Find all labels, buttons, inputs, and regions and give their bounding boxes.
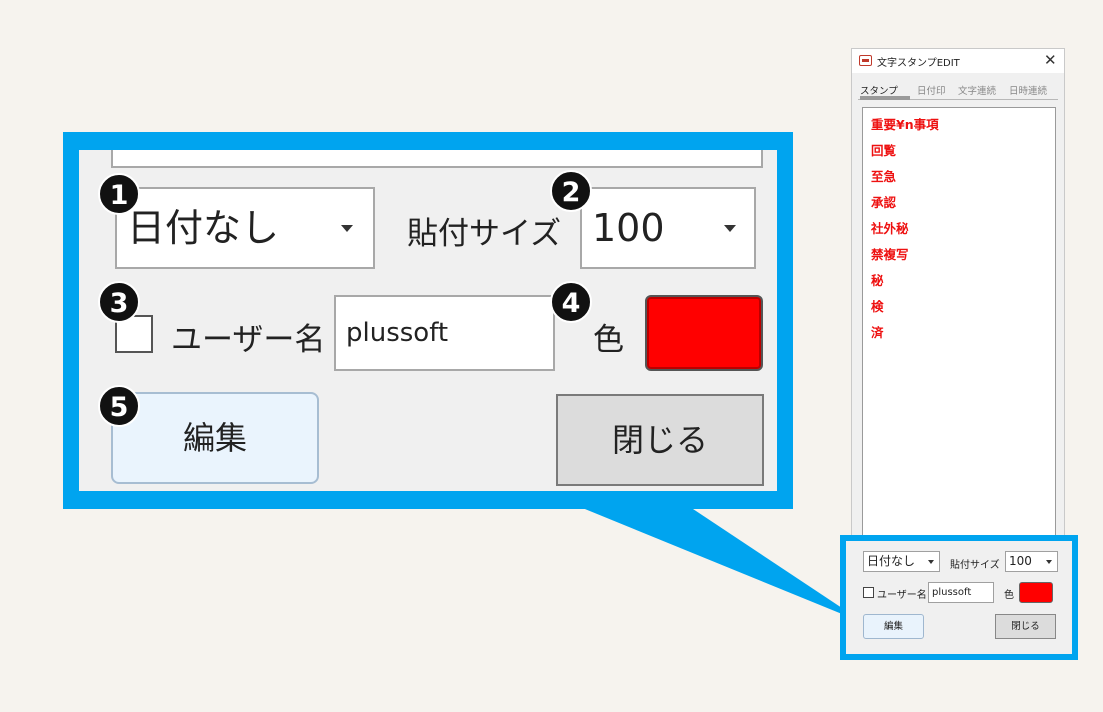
zoomed-username-input[interactable]: plussoft: [334, 295, 555, 371]
zoomed-paste-size-label: 貼付サイズ: [407, 216, 562, 252]
close-window-button[interactable]: ✕: [1044, 51, 1057, 69]
zoom-callout: 日付なし 貼付サイズ 100 ユーザー名 plussoft 色 編集 閉じる: [63, 132, 793, 509]
chevron-down-icon: [724, 225, 736, 232]
highlight-frame-small: 日付なし 貼付サイズ 100 ユーザー名 plussoft 色 編集 閉じる: [840, 535, 1078, 660]
color-swatch-button[interactable]: [1019, 582, 1053, 603]
window-title: 文字スタンプEDIT: [877, 58, 960, 69]
tab-date-stamp[interactable]: 日付印: [917, 83, 946, 97]
chevron-down-icon: [341, 225, 353, 232]
close-button[interactable]: 閉じる: [995, 614, 1056, 639]
date-select-value: 日付なし: [867, 554, 916, 568]
tab-datetime-sequence[interactable]: 日時連続: [1009, 83, 1047, 97]
zoomed-date-select-value: 日付なし: [127, 206, 280, 250]
paste-size-value: 100: [1009, 554, 1032, 568]
callout-number-badge: 2: [550, 170, 592, 212]
zoomed-close-button[interactable]: 閉じる: [556, 394, 764, 486]
zoomed-control-panel: 日付なし 貼付サイズ 100 ユーザー名 plussoft 色 編集 閉じる: [79, 150, 777, 491]
zoomed-edit-button[interactable]: 編集: [111, 392, 319, 484]
tab-bar: スタンプ 日付印 文字連続 日時連続: [858, 80, 1058, 100]
stamp-item[interactable]: 回覧: [871, 140, 896, 159]
stamp-list[interactable]: 重要¥n事項 回覧 至急 承認 社外秘 禁複写 秘 検 済: [862, 107, 1056, 537]
username-input[interactable]: plussoft: [928, 582, 994, 603]
callout-number-badge: 1: [98, 173, 140, 215]
active-tab-indicator: [860, 96, 910, 100]
zoomed-list-bottom-edge: [111, 150, 763, 168]
title-bar: 文字スタンプEDIT ✕: [852, 49, 1064, 73]
username-checkbox[interactable]: [863, 587, 874, 598]
callout-number-badge: 5: [98, 385, 140, 427]
stamp-item[interactable]: 社外秘: [871, 218, 909, 237]
zoomed-username-label: ユーザー名: [171, 322, 326, 358]
date-select[interactable]: 日付なし: [863, 551, 940, 572]
callout-number-badge: 4: [550, 281, 592, 323]
zoomed-color-swatch-button[interactable]: [645, 295, 763, 371]
stamp-item[interactable]: 禁複写: [871, 244, 909, 263]
stamp-item[interactable]: 秘: [871, 270, 884, 289]
zoomed-paste-size-value: 100: [592, 206, 665, 250]
chevron-down-icon: [928, 560, 934, 564]
stamp-item[interactable]: 済: [871, 322, 884, 341]
app-icon: [859, 55, 872, 66]
username-label: ユーザー名: [877, 590, 927, 601]
edit-button[interactable]: 編集: [863, 614, 924, 639]
color-label: 色: [1004, 590, 1014, 601]
callout-number-badge: 3: [98, 281, 140, 323]
paste-size-label: 貼付サイズ: [950, 560, 1000, 571]
stamp-item[interactable]: 検: [871, 296, 884, 315]
zoomed-paste-size-select[interactable]: 100: [580, 187, 756, 269]
stamp-item[interactable]: 重要¥n事項: [871, 114, 939, 133]
chevron-down-icon: [1046, 560, 1052, 564]
paste-size-select[interactable]: 100: [1005, 551, 1058, 572]
stamp-item[interactable]: 承認: [871, 192, 896, 211]
zoomed-color-label: 色: [593, 322, 624, 358]
stamp-item[interactable]: 至急: [871, 166, 896, 185]
control-panel: 日付なし 貼付サイズ 100 ユーザー名 plussoft 色 編集 閉じる: [846, 541, 1072, 654]
zoomed-date-select[interactable]: 日付なし: [115, 187, 375, 269]
tab-text-sequence[interactable]: 文字連続: [958, 83, 996, 97]
tab-stamp[interactable]: スタンプ: [860, 83, 898, 97]
